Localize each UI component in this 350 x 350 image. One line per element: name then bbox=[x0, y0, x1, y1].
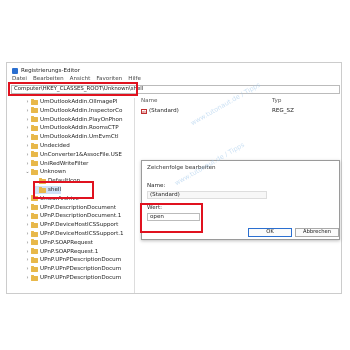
tree-item-label: UPnP.SOAPRequest.1 bbox=[40, 248, 99, 255]
expand-chevron-icon[interactable]: › bbox=[25, 99, 30, 105]
tree-item[interactable]: › UnConverter1&AssocFile.USE bbox=[25, 151, 122, 159]
expand-chevron-icon[interactable]: › bbox=[25, 117, 30, 123]
title-bar: Registrierungs-Editor bbox=[12, 66, 80, 75]
tree-item[interactable]: › UPnP.DeviceHostICSSupport bbox=[25, 221, 118, 229]
tree-item-label: UmOutlookAddin.PlayOnPhon bbox=[40, 116, 123, 123]
folder-icon bbox=[31, 239, 38, 246]
ok-button[interactable]: OK bbox=[248, 228, 292, 237]
expand-chevron-icon[interactable]: › bbox=[25, 125, 30, 131]
folder-icon bbox=[31, 107, 38, 114]
tree-item[interactable]: › UmOutlookAddin.InspectorCo bbox=[25, 107, 122, 115]
expand-chevron-icon[interactable]: › bbox=[25, 257, 30, 263]
value-type: REG_SZ bbox=[272, 108, 294, 114]
folder-icon bbox=[31, 133, 38, 140]
tree-item-label: UPnP.UPnPDescriptionDocum bbox=[40, 257, 122, 264]
folder-icon bbox=[31, 274, 38, 281]
folder-icon bbox=[31, 168, 38, 175]
expand-chevron-icon[interactable]: › bbox=[25, 266, 30, 272]
folder-icon bbox=[31, 116, 38, 123]
tree-item[interactable]: › UmOutlookAddin.PlayOnPhon bbox=[25, 116, 123, 124]
tree-item-label: UmOutlookAddin.UmEvmCtl bbox=[40, 134, 119, 141]
folder-icon bbox=[31, 151, 38, 158]
tree-item-label: UnConverter1&AssocFile.USE bbox=[40, 151, 122, 158]
expand-chevron-icon[interactable]: › bbox=[25, 240, 30, 246]
folder-icon bbox=[31, 212, 38, 219]
column-header-type[interactable]: Typ bbox=[272, 98, 281, 105]
tree-item[interactable]: › UPnP.DescriptionDocument.1 bbox=[25, 212, 121, 220]
folder-icon bbox=[31, 248, 38, 255]
tree-item-label: UPnP.DeviceHostICSSupport bbox=[40, 222, 119, 229]
tree-item[interactable]: › UPnP.UPnPDescriptionDocum bbox=[25, 256, 121, 264]
tree-item[interactable]: › UPnP.SOAPRequest bbox=[25, 239, 93, 247]
folder-icon bbox=[31, 230, 38, 237]
address-highlight-box bbox=[8, 82, 138, 96]
tree-item[interactable]: › UPnP.UPnPDescriptionDocum bbox=[25, 265, 121, 273]
tree-item[interactable]: › UPnP.DeviceHostICSSupport.1 bbox=[25, 230, 124, 238]
expand-chevron-icon[interactable]: › bbox=[25, 108, 30, 114]
tree-item[interactable]: › UmOutlookAddin.RoomsCTP bbox=[25, 124, 119, 132]
cancel-button[interactable]: Abbrechen bbox=[295, 228, 339, 237]
expand-chevron-icon[interactable]: › bbox=[25, 249, 30, 255]
expand-chevron-icon[interactable]: › bbox=[25, 196, 30, 202]
expand-chevron-icon[interactable]: › bbox=[25, 275, 30, 281]
window-title: Registrierungs-Editor bbox=[21, 67, 81, 74]
tree-item[interactable]: › UmOutlookAddin.UmEvmCtl bbox=[25, 133, 119, 141]
tree-item-label: UPnP.UPnPDescriptionDocum bbox=[40, 275, 122, 281]
expand-chevron-icon[interactable]: › bbox=[25, 205, 30, 211]
folder-icon bbox=[31, 265, 38, 272]
tree-item[interactable]: › UPnP.UPnPDescriptionDocum bbox=[25, 274, 121, 282]
folder-icon bbox=[31, 221, 38, 228]
expand-chevron-icon[interactable]: ⌄ bbox=[25, 169, 30, 175]
tree-item-label: UPnP.SOAPRequest bbox=[40, 239, 93, 246]
tree-item-label: UPnP.UPnPDescriptionDocum bbox=[40, 266, 122, 273]
folder-icon bbox=[31, 160, 38, 167]
tree-item-label: UmOutlookAddin.RoomsCTP bbox=[40, 125, 119, 132]
tree-item[interactable]: › Undecided bbox=[25, 142, 70, 150]
tree-item-label: UPnP.DeviceHostICSSupport.1 bbox=[40, 231, 124, 237]
tree-item[interactable]: › UPnP.DescriptionDocument bbox=[25, 204, 116, 212]
expand-chevron-icon[interactable]: › bbox=[25, 231, 30, 237]
folder-icon bbox=[31, 204, 38, 211]
expand-chevron-icon[interactable]: › bbox=[25, 222, 30, 228]
tree-item-label: UmOutlookAddin.OlImagePl bbox=[40, 99, 118, 105]
expand-chevron-icon[interactable]: › bbox=[25, 134, 30, 140]
tree-item[interactable]: › UmOutlookAddin.OlImagePl bbox=[25, 98, 117, 106]
expand-chevron-icon[interactable]: › bbox=[25, 152, 30, 158]
shell-highlight-box bbox=[33, 181, 94, 199]
tree-item-label: UmOutlookAddin.InspectorCo bbox=[40, 107, 123, 114]
folder-icon bbox=[31, 142, 38, 149]
folder-icon bbox=[31, 256, 38, 263]
folder-icon bbox=[31, 98, 38, 105]
tree-item-label: UPnP.DescriptionDocument.1 bbox=[40, 213, 122, 220]
expand-chevron-icon[interactable]: › bbox=[25, 161, 30, 167]
regedit-app-icon bbox=[12, 67, 18, 74]
tree-item-label: Undecided bbox=[40, 143, 70, 149]
value-name: (Standard) bbox=[149, 108, 179, 114]
name-field: (Standard) bbox=[147, 191, 267, 199]
folder-icon bbox=[31, 124, 38, 131]
tree-item-label: UPnP.DescriptionDocument bbox=[40, 204, 117, 211]
tree-item-label: Unknown bbox=[40, 169, 66, 176]
name-label: Name: bbox=[147, 183, 166, 189]
value-row[interactable]: ab (Standard) bbox=[141, 107, 179, 115]
expand-chevron-icon[interactable]: › bbox=[25, 213, 30, 219]
tree-item-label: UniRedWriteFilter bbox=[40, 160, 89, 167]
column-header-name[interactable]: Name bbox=[141, 98, 158, 105]
tree-item[interactable]: ⌄ Unknown bbox=[25, 168, 66, 176]
tree-item[interactable]: › UPnP.SOAPRequest.1 bbox=[25, 248, 98, 256]
tree-item[interactable]: › UniRedWriteFilter bbox=[25, 160, 88, 168]
expand-chevron-icon[interactable]: › bbox=[25, 143, 30, 149]
string-value-icon: ab bbox=[141, 108, 147, 114]
value-highlight-box bbox=[140, 203, 203, 233]
